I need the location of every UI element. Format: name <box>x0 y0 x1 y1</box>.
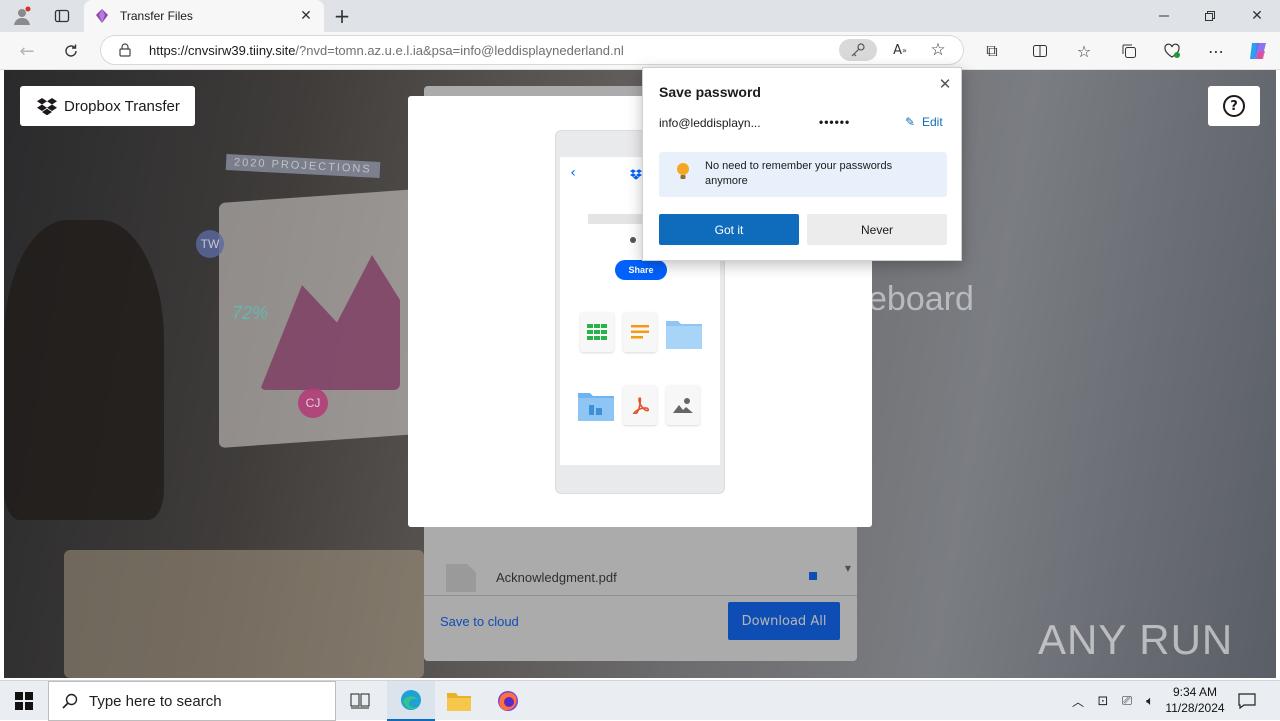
search-placeholder: Type here to search <box>89 692 222 710</box>
restore-icon[interactable] <box>1196 4 1224 28</box>
url-field[interactable]: https://cnvsirw39.tiiny.site/?nvd=tomn.a… <box>100 35 964 65</box>
phone-avatar-dot <box>630 237 636 243</box>
background-notebook <box>64 550 424 678</box>
new-tab-icon[interactable]: + <box>330 4 354 28</box>
volume-icon[interactable]: 🔈︎ <box>1140 691 1160 711</box>
notifications-icon[interactable] <box>1236 690 1258 712</box>
help-icon: ? <box>1223 95 1245 117</box>
phone-share-button: Share <box>615 260 667 280</box>
clock[interactable]: 9:34 AM 11/28/2024 <box>1162 684 1228 718</box>
task-view-icon[interactable] <box>336 681 384 721</box>
firefox-icon[interactable] <box>484 681 532 721</box>
background-avatar-cj: CJ <box>298 388 328 418</box>
tip-text-line2: anymore <box>705 175 748 187</box>
saved-username: info@leddisplayn... <box>659 116 761 130</box>
favorites-icon[interactable]: ☆ <box>1072 38 1096 64</box>
background-projections-text: 2020 PROJECTIONS <box>225 153 381 179</box>
read-aloud-icon[interactable]: A» <box>889 39 911 61</box>
anyrun-watermark: ANY RUN <box>1038 610 1233 670</box>
tab-title: Transfer Files <box>120 9 193 23</box>
favorite-star-icon[interactable]: ☆ <box>927 39 949 61</box>
close-window-icon[interactable]: ✕ <box>1243 4 1271 28</box>
file-explorer-icon[interactable] <box>435 681 483 721</box>
device-icon[interactable]: ⊡ <box>1093 691 1113 711</box>
background-board-text: eboard <box>868 280 974 318</box>
lock-icon[interactable] <box>117 42 133 58</box>
split-screen-icon[interactable] <box>1028 38 1052 64</box>
dropbox-logo-icon <box>36 95 58 117</box>
url-text: https://cnvsirw39.tiiny.site/?nvd=tomn.a… <box>149 43 624 58</box>
start-button[interactable] <box>0 681 48 721</box>
url-path: /?nvd=tomn.az.u.e.l.ia&psa=info@leddispl… <box>295 43 624 58</box>
tip-text-line1: No need to remember your passwords <box>705 160 893 172</box>
pdf-file-icon <box>623 385 657 425</box>
tab-transfer-files[interactable]: Transfer Files ✕ <box>84 0 324 32</box>
popup-close-icon[interactable]: ✕ <box>935 74 955 94</box>
clock-time: 9:34 AM <box>1172 685 1218 699</box>
site-favicon-icon <box>94 8 110 24</box>
document-file-icon <box>623 312 657 352</box>
dropbox-transfer-label: Dropbox Transfer <box>64 97 180 115</box>
phone-back-icon: ‹ <box>570 165 576 181</box>
address-toolbar: ← https://cnvsirw39.tiiny.site/?nvd=tomn… <box>0 32 1280 70</box>
password-tip-box: No need to remember your passwords anymo… <box>659 152 947 197</box>
anyrun-watermark-text: ANY RUN <box>1038 616 1234 663</box>
taskbar: Type here to search ︿ ⊡ ⎚ 🔈︎ 9:34 AM 11/… <box>0 680 1280 721</box>
clock-date: 11/28/2024 <box>1165 701 1225 715</box>
minimize-icon[interactable] <box>1150 4 1178 28</box>
tab-bar: Transfer Files ✕ + ✕ <box>0 0 1280 32</box>
close-tab-icon[interactable]: ✕ <box>298 8 314 24</box>
background-avatar-tw: TW <box>196 230 224 258</box>
popup-title: Save password <box>659 84 761 100</box>
back-icon[interactable]: ← <box>14 38 40 64</box>
image-file-icon <box>666 385 700 425</box>
help-button[interactable]: ? <box>1208 86 1260 126</box>
shared-folder-icon <box>578 389 614 421</box>
edge-taskbar-icon[interactable] <box>387 681 435 721</box>
refresh-icon[interactable] <box>58 38 84 64</box>
taskbar-search-field[interactable]: Type here to search <box>48 681 336 721</box>
windows-logo-icon <box>15 692 33 710</box>
spreadsheet-file-icon <box>580 312 614 352</box>
got-it-button[interactable]: Got it <box>659 214 799 245</box>
url-host: https://cnvsirw39.tiiny.site <box>149 43 296 58</box>
background-person <box>4 220 164 520</box>
page-viewport: 2020 PROJECTIONS TW CJ 72% eboard Dropbo… <box>4 70 1276 678</box>
network-icon[interactable]: ⎚ <box>1117 691 1137 711</box>
show-hidden-icons-icon[interactable]: ︿ <box>1068 691 1088 711</box>
edit-label: Edit <box>922 115 943 129</box>
extensions-icon[interactable]: ⧉ <box>980 38 1004 64</box>
dropbox-transfer-badge[interactable]: Dropbox Transfer <box>20 86 195 126</box>
saved-password-mask: •••••• <box>819 115 851 129</box>
profile-icon[interactable] <box>8 4 36 28</box>
never-button[interactable]: Never <box>807 214 947 245</box>
tab-actions-icon[interactable] <box>48 4 76 28</box>
browser-essentials-icon[interactable] <box>1160 38 1184 64</box>
save-password-popup: Save password ✕ info@leddisplayn... ••••… <box>642 67 962 261</box>
phone-dropbox-logo-icon <box>630 167 642 181</box>
collections-icon[interactable] <box>1117 38 1141 64</box>
background-chart-label: 72% <box>232 303 269 323</box>
edit-link[interactable]: ✎ Edit <box>903 115 943 129</box>
lightbulb-icon <box>675 161 691 183</box>
pencil-icon: ✎ <box>904 115 916 129</box>
password-key-icon[interactable] <box>839 39 877 61</box>
folder-icon <box>666 317 702 349</box>
more-menu-icon[interactable]: ⋯ <box>1204 38 1228 64</box>
copilot-icon[interactable] <box>1245 38 1271 64</box>
search-icon <box>61 692 79 710</box>
